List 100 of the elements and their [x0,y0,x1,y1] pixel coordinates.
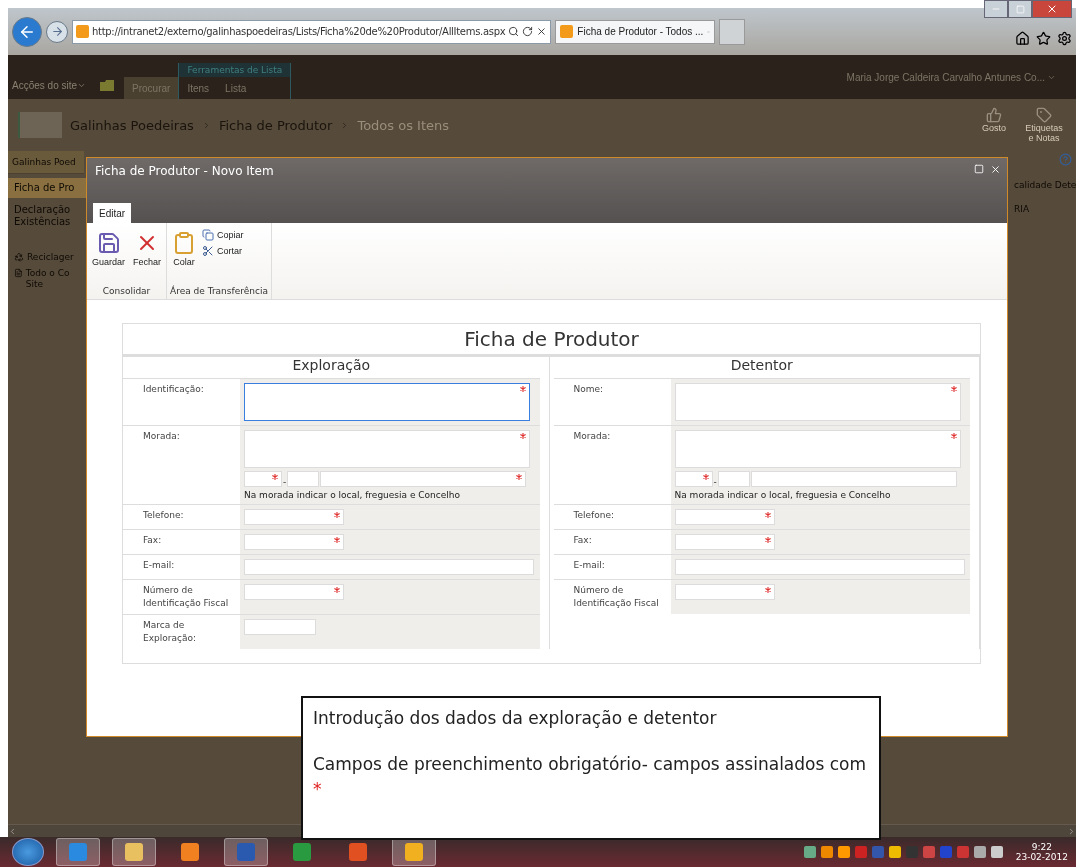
maximize-icon[interactable] [974,164,984,174]
home-icon[interactable] [1015,31,1030,46]
section-title: Exploração [291,357,372,375]
app-icon [236,842,256,862]
field-label: Morada: [572,430,612,443]
ribbon-button[interactable]: Copiar [202,229,244,241]
asterisk-icon [950,433,957,439]
hint-text: Na morada indicar o local, freguesia e Concelho [674,490,891,500]
asterisk-icon [334,512,340,518]
form-title: Ficha de Produtor [123,324,980,357]
asterisk-icon [334,587,340,593]
settings-icon[interactable] [1057,31,1072,46]
tool-group-title: Ferramentas de Lista [179,63,291,77]
social-button[interactable]: Etiquetas e Notas [1022,107,1066,143]
tray-icon[interactable] [888,846,901,858]
asterisk-icon [764,587,771,593]
tray-icon[interactable] [990,846,1003,858]
minimize-button[interactable] [984,0,1008,18]
dialog-title: Ficha de Produtor - Novo Item [95,164,274,178]
field-label: E-mail: [142,559,176,572]
site-actions-menu[interactable]: Acções do site [8,71,91,99]
note-text: Campos de preenchimento obrigatório- campos assinalados com * [313,752,868,801]
browser-tab[interactable]: Ficha de Produtor - Todos ... [555,19,716,44]
ribbon-button[interactable]: Guardar [90,229,128,286]
copy-icon [202,229,215,241]
nav-link[interactable]: Reciclager [8,250,88,266]
back-button[interactable] [12,16,42,47]
tray-icon[interactable] [837,846,850,858]
site-logo [18,112,62,138]
asterisk-icon [702,474,709,480]
tag-icon [1036,107,1052,123]
search-icon[interactable] [508,26,520,37]
breadcrumb-link[interactable]: Ficha de Produtor [218,117,333,133]
close-button[interactable] [1032,0,1072,18]
app-icon [292,842,312,862]
ribbon-tab[interactable]: Editar [93,203,132,223]
asterisk-icon [764,537,771,543]
asterisk-icon [272,474,278,480]
help-icon[interactable] [1059,153,1072,166]
nav-item[interactable]: Ficha de Pro [8,178,88,198]
field-label: Morada: [142,430,181,443]
thumbs-up-icon [986,107,1002,123]
app-icon [348,842,368,862]
start-button[interactable] [12,838,44,866]
user-menu[interactable]: Maria Jorge Caldeira Carvalho Antunes Co... [840,63,1076,91]
app-icon [404,842,424,862]
ribbon-button[interactable]: Fechar [131,229,164,286]
folder-icon[interactable] [100,79,115,91]
close-icon[interactable] [990,164,1001,175]
nav-item[interactable]: Declaração Existências [8,200,88,232]
asterisk-icon [764,512,771,518]
ribbon-tab[interactable]: Itens [179,77,218,99]
app-icon [68,842,88,862]
forward-button[interactable] [46,20,68,43]
ribbon-tab[interactable]: Lista [217,77,255,99]
field-label: Número de Identificação Fiscal [142,584,230,611]
group-label: Consolidar [101,286,152,298]
column-header[interactable]: calidade Dete [1014,180,1076,190]
document-icon [14,267,23,278]
app-icon [180,842,200,862]
close-icon[interactable] [536,26,548,37]
tray-icon[interactable] [973,846,986,858]
close-icon [1046,3,1058,15]
asterisk-icon [334,537,340,543]
arrow-left-icon[interactable] [8,826,17,836]
field-label: Telefone: [142,509,185,522]
section-title: Detentor [729,357,794,375]
address-field[interactable]: http://intranet2/externo/galinhaspoedeiras/Lists/Ficha%20de%20Produtor/AllItems.aspx [72,19,552,44]
nav-link[interactable]: Todo o Co Site [8,265,88,294]
social-button[interactable]: Gosto [972,107,1016,143]
tray-icon[interactable] [803,846,816,858]
field-label: E-mail: [572,559,606,572]
star-icon[interactable] [1036,31,1051,46]
table-cell-text: RIA [1014,204,1031,214]
ribbon-button[interactable]: Cortar [202,245,244,257]
field-label: Fax: [572,534,593,547]
save-icon [96,231,121,255]
ribbon-button[interactable]: Colar [170,229,199,286]
breadcrumb-link[interactable]: Galinhas Poedeiras [70,117,194,133]
nav-header[interactable]: Galinhas Poed [8,151,84,174]
input-field[interactable] [244,383,530,421]
arrow-right-icon [50,25,64,38]
site-icon [76,25,89,38]
recycle-icon [14,252,24,262]
site-icon [560,25,574,38]
breadcrumb-link[interactable]: Todos os Itens [357,117,450,133]
field-label: Identificação: [142,383,205,396]
group-label: Área de Transferência [170,286,268,298]
app-icon [124,842,144,862]
field-label: Fax: [142,534,163,547]
clock[interactable]: 9:22 23-02-2012 [1015,842,1068,862]
separator: - [283,477,287,487]
hint-text: Na morada indicar o local, freguesia e Concelho [244,490,460,500]
field-label: Telefone: [572,509,615,522]
note-text: Introdução dos dados da exploração e detentor [313,707,718,730]
refresh-icon[interactable] [522,26,534,37]
tray-icon[interactable] [820,846,833,858]
new-tab-button[interactable] [719,18,746,45]
restore-button[interactable] [1008,0,1032,18]
arrow-right-icon[interactable] [1067,826,1076,836]
